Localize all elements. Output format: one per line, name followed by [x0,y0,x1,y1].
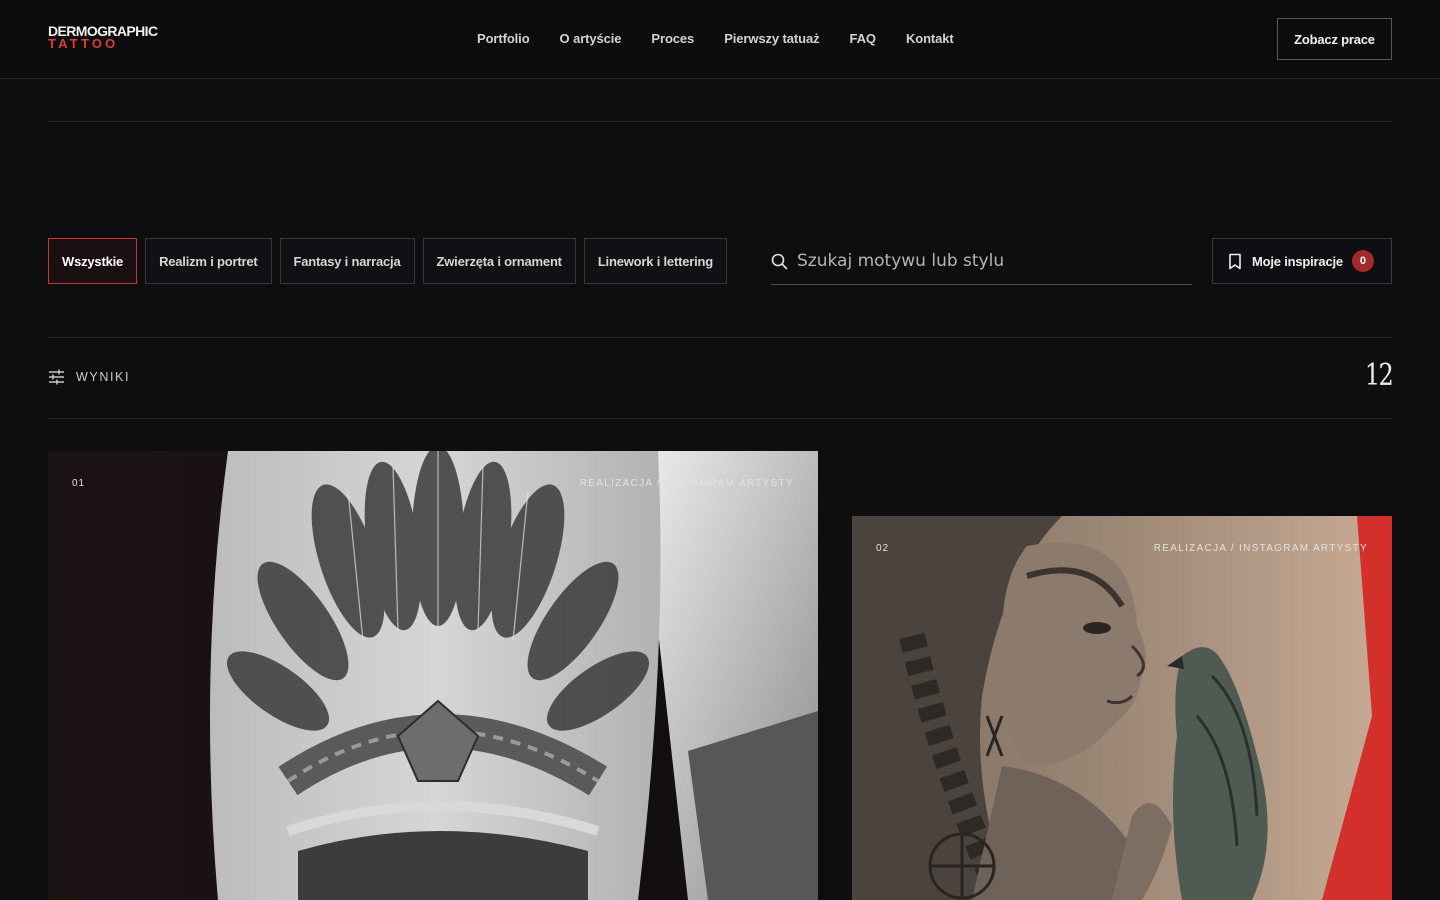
section-divider [48,418,1392,419]
portfolio-card[interactable]: 02 REALIZACJA / INSTAGRAM ARTYSTY [852,516,1392,900]
search-field[interactable] [771,238,1192,285]
brand-logo[interactable]: DERMOGRAPHIC TATTOO [48,24,158,50]
main-nav: Portfolio O artyście Proces Pierwszy tat… [477,31,984,46]
filter-all[interactable]: Wszystkie [48,238,138,284]
results-label: WYNIKI [76,370,131,384]
filter-linework-lettering[interactable]: Linework i lettering [583,238,727,284]
results-count: 12 [1364,358,1394,393]
results-header: WYNIKI [48,369,130,385]
nav-link-process[interactable]: Proces [651,31,694,46]
see-works-button[interactable]: Zobacz prace [1277,18,1392,60]
portfolio-card[interactable]: 01 REALIZACJA / INSTAGRAM ARTYSTY [48,451,818,900]
nav-link-faq[interactable]: FAQ [850,31,877,46]
card-number: 01 [72,478,86,489]
card-source-label: REALIZACJA / INSTAGRAM ARTYSTY [1153,543,1368,554]
filter-realism-portrait[interactable]: Realizm i portret [145,238,272,284]
site-header: DERMOGRAPHIC TATTOO Portfolio O artyście… [0,0,1440,79]
filter-animals-ornament[interactable]: Zwierzęta i ornament [422,238,576,284]
section-divider [48,337,1392,338]
card-source-label: REALIZACJA / INSTAGRAM ARTYSTY [579,478,794,489]
bookmark-icon [1229,253,1241,269]
inspirations-label: Moje inspiracje [1252,253,1343,269]
section-divider [48,121,1392,122]
sliders-icon [49,369,64,385]
filter-fantasy-narrative[interactable]: Fantasy i narracja [279,238,415,284]
tattoo-photo-headdress [48,451,818,900]
category-filters: Wszystkie Realizm i portret Fantasy i na… [48,238,735,284]
nav-link-portfolio[interactable]: Portfolio [477,31,530,46]
nav-link-artist[interactable]: O artyście [560,31,622,46]
search-input[interactable] [797,251,1177,271]
inspirations-count-badge: 0 [1351,250,1374,272]
my-inspirations-button[interactable]: Moje inspiracje 0 [1212,238,1392,284]
search-icon [771,253,788,269]
nav-link-contact[interactable]: Kontakt [906,31,954,46]
tattoo-photo-viking-woman-eagle [852,516,1392,900]
nav-link-first-tattoo[interactable]: Pierwszy tatuaż [724,31,819,46]
card-number: 02 [876,543,890,554]
